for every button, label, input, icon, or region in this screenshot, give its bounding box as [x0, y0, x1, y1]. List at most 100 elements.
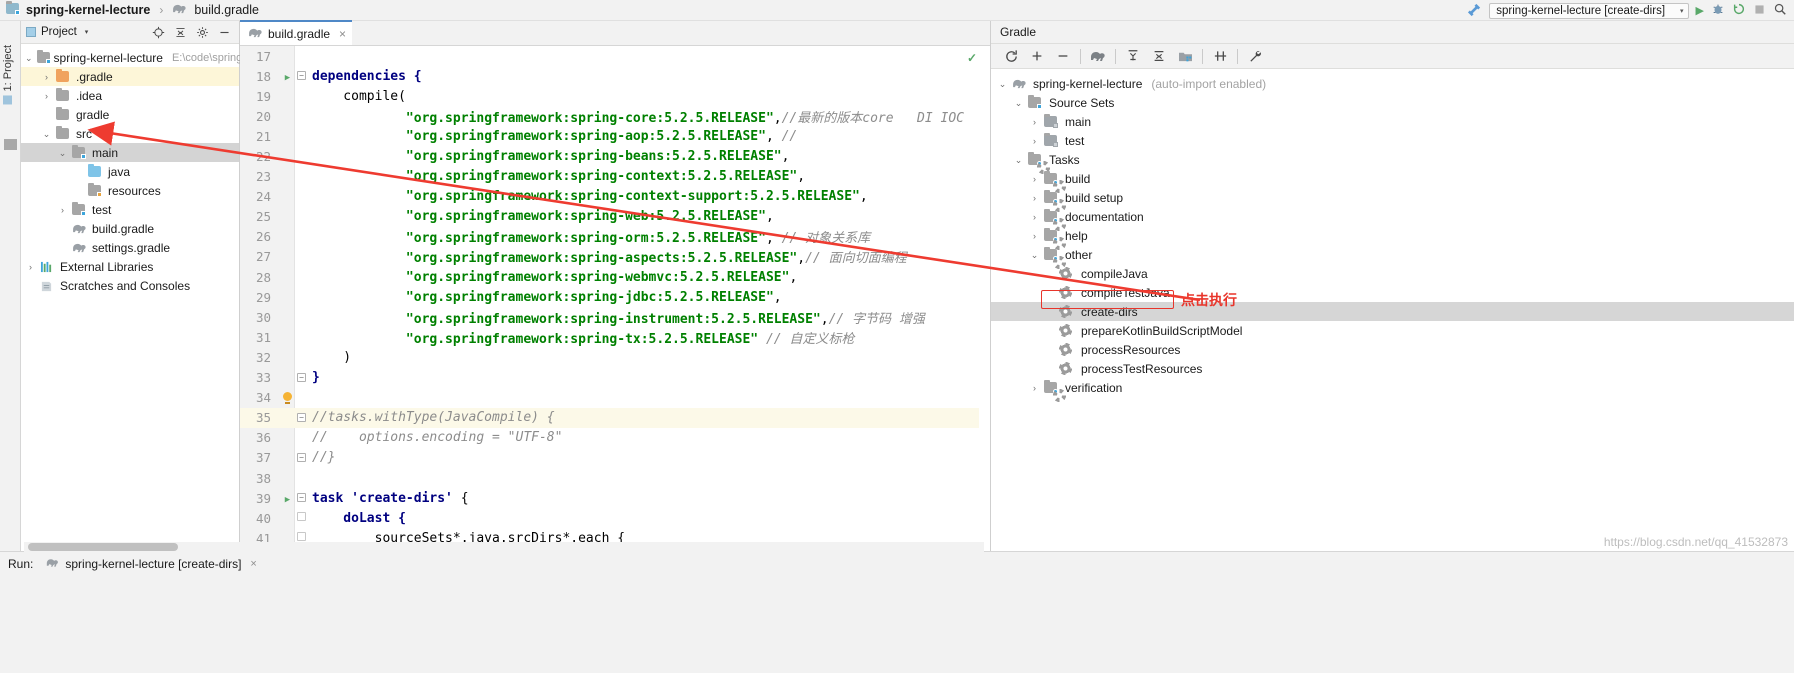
chevron-right-icon[interactable]: ›: [1029, 174, 1040, 184]
gradle-tree-item-help[interactable]: › help: [991, 226, 1794, 245]
run-gutter-icon[interactable]: ▶: [280, 69, 295, 84]
code-line[interactable]: 21 "org.springframework:spring-aop:5.2.5…: [240, 126, 990, 146]
code-line[interactable]: 39 ▶ − task 'create-dirs' {: [240, 488, 990, 508]
collapse-all-icon[interactable]: [174, 26, 187, 39]
chevron-right-icon[interactable]: ›: [1029, 193, 1040, 203]
code-line[interactable]: 29 "org.springframework:spring-jdbc:5.2.…: [240, 287, 990, 307]
fold-collapse-icon[interactable]: −: [295, 372, 308, 383]
fold-collapse-icon[interactable]: −: [295, 452, 308, 463]
gradle-tree-item-build[interactable]: › build: [991, 169, 1794, 188]
code-line[interactable]: 20 "org.springframework:spring-core:5.2.…: [240, 106, 990, 126]
code-line[interactable]: 37 −//}: [240, 448, 990, 468]
project-tree-item-resources[interactable]: resources: [21, 181, 239, 200]
code-line[interactable]: 36 // options.encoding = "UTF-8": [240, 428, 990, 448]
chevron-right-icon[interactable]: ›: [41, 72, 52, 82]
scrollbar-thumb[interactable]: [28, 543, 178, 551]
code-line[interactable]: 38: [240, 468, 990, 488]
gradle-tree-item-main[interactable]: › main: [991, 112, 1794, 131]
code-line[interactable]: 18 ▶ − dependencies {: [240, 66, 990, 86]
chevron-right-icon[interactable]: ›: [57, 205, 68, 215]
refresh-icon[interactable]: [998, 46, 1024, 66]
collapse-all-icon[interactable]: [1146, 46, 1172, 66]
code-line[interactable]: 23 "org.springframework:spring-context:5…: [240, 167, 990, 187]
chevron-right-icon[interactable]: ›: [1029, 136, 1040, 146]
remove-icon[interactable]: [1050, 46, 1076, 66]
chevron-down-icon[interactable]: ⌄: [1013, 155, 1024, 164]
close-icon[interactable]: ×: [250, 558, 256, 570]
gradle-tree-item-processtestresources[interactable]: processTestResources: [991, 359, 1794, 378]
module-icon[interactable]: [1172, 46, 1198, 66]
intention-bulb-icon[interactable]: [280, 390, 295, 405]
fold-collapse-icon[interactable]: −: [295, 71, 308, 81]
search-icon[interactable]: [1773, 2, 1787, 19]
inspection-status-ok-icon[interactable]: ✓: [967, 51, 977, 65]
run-tab[interactable]: spring-kernel-lecture [create-dirs] ×: [40, 555, 263, 573]
gradle-tree-item-spring-kernel-lecture[interactable]: ⌄ spring-kernel-lecture (auto-import enabl…: [991, 74, 1794, 93]
chevron-down-icon[interactable]: ⌄: [25, 53, 33, 62]
breadcrumb-file-name[interactable]: build.gradle: [194, 3, 259, 17]
chevron-down-icon[interactable]: ⌄: [997, 79, 1008, 88]
chevron-down-icon[interactable]: ⌄: [1029, 250, 1040, 259]
code-line[interactable]: 17: [240, 46, 990, 66]
rerun-icon[interactable]: [1732, 2, 1746, 19]
fold-collapse-icon[interactable]: [295, 512, 308, 524]
gradle-tree-item-source-sets[interactable]: ⌄ Source Sets: [991, 93, 1794, 112]
project-tree-item--idea[interactable]: › .idea: [21, 86, 239, 105]
gradle-tree-item-compilejava[interactable]: compileJava: [991, 264, 1794, 283]
gradle-tree-item-documentation[interactable]: › documentation: [991, 207, 1794, 226]
code-line[interactable]: 19 compile(: [240, 86, 990, 106]
chevron-down-icon[interactable]: ⌄: [41, 129, 52, 138]
project-tree-item-spring-kernel-lecture[interactable]: ⌄ spring-kernel-lecture E:\code\spring: [21, 48, 242, 67]
code-line[interactable]: 24 "org.springframework:spring-context-s…: [240, 187, 990, 207]
run-icon[interactable]: ▶: [1696, 4, 1704, 17]
project-tree-item-src[interactable]: ⌄ src: [21, 124, 239, 143]
project-tree-item--gradle[interactable]: › .gradle: [21, 67, 239, 86]
gradle-elephant-icon[interactable]: [1085, 46, 1111, 66]
gradle-tree-item-compiletestjava[interactable]: compileTestJava: [991, 283, 1794, 302]
chevron-right-icon[interactable]: ›: [1029, 383, 1040, 393]
add-icon[interactable]: [1024, 46, 1050, 66]
gradle-tree-item-processresources[interactable]: processResources: [991, 340, 1794, 359]
editor-vertical-scrollbar[interactable]: [979, 46, 990, 551]
chevron-right-icon[interactable]: ›: [25, 262, 36, 272]
code-line[interactable]: 35 −//tasks.withType(JavaCompile) {: [240, 407, 990, 428]
code-line[interactable]: 40 doLast {: [240, 508, 990, 528]
project-tree-item-build-gradle[interactable]: build.gradle: [21, 219, 239, 238]
gradle-tasks-tree[interactable]: ⌄ spring-kernel-lecture (auto-import enabl…: [991, 69, 1794, 397]
code-line[interactable]: 34: [240, 388, 990, 408]
project-tree-item-scratches-and-consoles[interactable]: Scratches and Consoles: [21, 276, 239, 295]
stop-icon[interactable]: [1753, 3, 1766, 19]
code-line[interactable]: 31 "org.springframework:spring-tx:5.2.5.…: [240, 327, 990, 347]
gradle-tree-item-preparekotlinbuildscriptmodel[interactable]: prepareKotlinBuildScriptModel: [991, 321, 1794, 340]
run-configuration-selector[interactable]: spring-kernel-lecture [create-dirs] ▾: [1489, 2, 1689, 19]
debug-icon[interactable]: [1711, 2, 1725, 19]
project-panel-title-group[interactable]: Project ▾: [26, 26, 88, 38]
project-tree-item-main[interactable]: ⌄ main: [21, 143, 239, 162]
breadcrumb-project-name[interactable]: spring-kernel-lecture: [26, 3, 150, 17]
project-tree-item-test[interactable]: › test: [21, 200, 239, 219]
code-line[interactable]: 28 "org.springframework:spring-webmvc:5.…: [240, 267, 990, 287]
run-gutter-icon[interactable]: ▶: [280, 491, 295, 506]
chevron-down-icon[interactable]: ⌄: [1013, 98, 1024, 107]
gradle-tree-item-verification[interactable]: › verification: [991, 378, 1794, 397]
chevron-right-icon[interactable]: ›: [1029, 231, 1040, 241]
code-line[interactable]: 22 "org.springframework:spring-beans:5.2…: [240, 146, 990, 166]
gradle-tree-item-test[interactable]: › test: [991, 131, 1794, 150]
project-tree[interactable]: ⌄ spring-kernel-lecture E:\code\spring › .gr…: [21, 44, 242, 295]
code-line[interactable]: 33 −}: [240, 368, 990, 388]
fold-collapse-icon[interactable]: −: [295, 493, 308, 503]
project-tree-item-java[interactable]: java: [21, 162, 239, 181]
code-line[interactable]: 26 "org.springframework:spring-orm:5.2.5…: [240, 227, 990, 247]
sidebar-tab-project[interactable]: 1: Project: [2, 45, 14, 105]
toggle-offline-icon[interactable]: [1207, 46, 1233, 66]
code-line[interactable]: 27 "org.springframework:spring-aspects:5…: [240, 247, 990, 267]
code-line[interactable]: 30 "org.springframework:spring-instrumen…: [240, 307, 990, 327]
hammer-icon[interactable]: [1467, 2, 1482, 20]
code-line[interactable]: 32 ): [240, 347, 990, 367]
chevron-right-icon[interactable]: ›: [1029, 117, 1040, 127]
editor-tab-build-gradle[interactable]: build.gradle ×: [240, 20, 353, 45]
gradle-tree-item-build-setup[interactable]: › build setup: [991, 188, 1794, 207]
project-tree-item-external-libraries[interactable]: › External Libraries: [21, 257, 239, 276]
gradle-tree-item-tasks[interactable]: ⌄ Tasks: [991, 150, 1794, 169]
chevron-down-icon[interactable]: ⌄: [57, 148, 68, 157]
